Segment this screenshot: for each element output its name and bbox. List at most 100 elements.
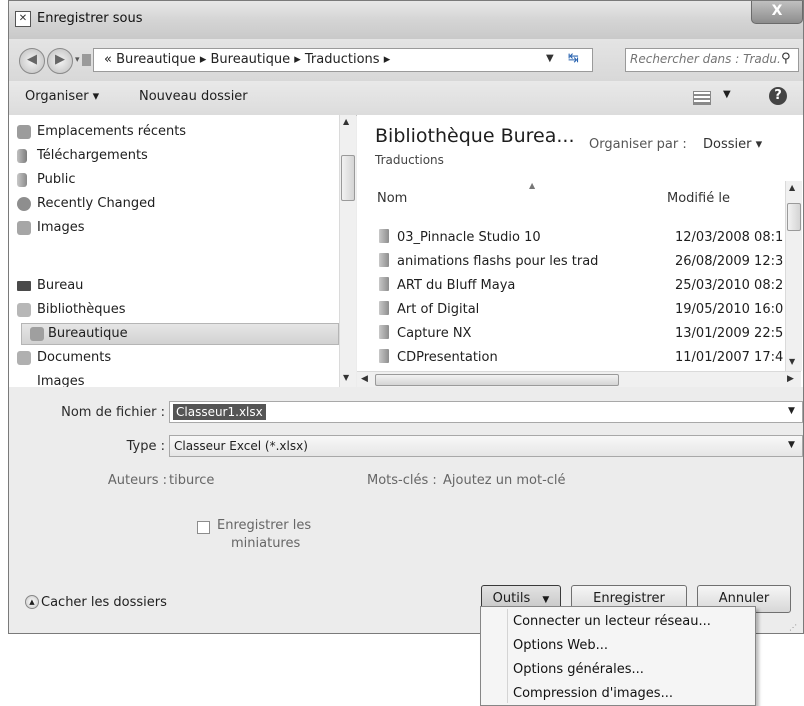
menu-item-compress-pictures[interactable]: Compression d'images... bbox=[513, 683, 673, 705]
folder-icon bbox=[379, 229, 389, 243]
file-row[interactable]: 03_Pinnacle Studio 10 12/03/2008 08:1 bbox=[379, 227, 793, 249]
scroll-right-arrow-icon[interactable]: ▶ bbox=[787, 374, 794, 384]
library-subtitle: Traductions bbox=[375, 153, 444, 167]
file-row[interactable]: Art of Digital 19/05/2010 16:0 bbox=[379, 299, 793, 321]
menu-item-map-network-drive[interactable]: Connecter un lecteur réseau... bbox=[513, 611, 711, 633]
file-name: 03_Pinnacle Studio 10 bbox=[397, 230, 541, 245]
file-row[interactable]: CDPresentation 11/01/2007 17:4 bbox=[379, 347, 793, 369]
nav-item-bureautique-selected[interactable]: Bureautique bbox=[21, 323, 339, 345]
nav-item-recent-places[interactable]: Emplacements récents bbox=[17, 121, 186, 143]
save-thumbnails-checkbox[interactable] bbox=[197, 521, 210, 534]
nav-item-label: Images bbox=[37, 220, 85, 235]
type-value: Classeur Excel (*.xlsx) bbox=[174, 439, 308, 453]
filename-dropdown-icon[interactable]: ▼ bbox=[788, 406, 795, 416]
hide-folders-link[interactable]: Cacher les dossiers bbox=[41, 595, 167, 610]
breadcrumb[interactable]: « Bureautique ▸ Bureautique ▸ Traduction… bbox=[104, 52, 390, 67]
recent-pages-chevron-icon[interactable]: ▾ bbox=[75, 55, 80, 65]
new-folder-button[interactable]: Nouveau dossier bbox=[139, 89, 248, 104]
downloads-folder-icon bbox=[17, 149, 27, 163]
arrange-by-label: Organiser par : bbox=[589, 137, 687, 152]
folder-icon bbox=[82, 54, 91, 66]
type-label: Type : bbox=[126, 439, 165, 454]
documents-icon bbox=[17, 351, 31, 365]
nav-item-label: Public bbox=[37, 172, 76, 187]
sort-indicator-icon: ▲ bbox=[529, 181, 536, 190]
nav-item-libraries[interactable]: Bibliothèques bbox=[17, 299, 126, 321]
menu-item-general-options[interactable]: Options générales... bbox=[513, 659, 644, 681]
scroll-thumb[interactable] bbox=[341, 155, 355, 201]
search-box[interactable]: ⚲ bbox=[625, 48, 799, 72]
folder-icon bbox=[379, 325, 389, 339]
recently-changed-icon bbox=[17, 197, 31, 211]
keywords-value[interactable]: Ajoutez un mot-clé bbox=[443, 473, 566, 488]
save-thumbnails-label: Enregistrer les miniatures bbox=[217, 517, 311, 553]
file-date: 12/03/2008 08:1 bbox=[675, 230, 784, 245]
help-icon[interactable]: ? bbox=[769, 87, 787, 105]
file-row[interactable]: Capture NX 13/01/2009 22:5 bbox=[379, 323, 793, 345]
file-date: 26/08/2009 12:3 bbox=[675, 254, 784, 269]
file-row[interactable]: ART du Bluff Maya 25/03/2010 08:2 bbox=[379, 275, 793, 297]
back-button[interactable]: ◀ bbox=[19, 48, 45, 74]
menu-item-web-options[interactable]: Options Web... bbox=[513, 635, 608, 657]
type-dropdown-icon[interactable]: ▼ bbox=[788, 440, 795, 450]
forward-button[interactable]: ▶ bbox=[47, 48, 73, 74]
libraries-icon bbox=[17, 303, 31, 317]
library-title: Bibliothèque Burea... bbox=[375, 125, 575, 147]
nav-item-public[interactable]: Public bbox=[17, 169, 76, 191]
scroll-up-arrow-icon[interactable]: ▲ bbox=[789, 183, 795, 192]
file-horizontal-scrollbar[interactable]: ◀ ▶ bbox=[357, 371, 801, 388]
address-field[interactable]: « Bureautique ▸ Bureautique ▸ Traduction… bbox=[82, 48, 593, 72]
filename-value[interactable]: Classeur1.xlsx bbox=[173, 404, 266, 420]
close-button[interactable]: X bbox=[751, 1, 803, 24]
folder-icon bbox=[379, 277, 389, 291]
scroll-left-arrow-icon[interactable]: ◀ bbox=[361, 374, 368, 384]
column-header-name[interactable]: Nom bbox=[377, 191, 407, 206]
refresh-icon[interactable]: ↹ bbox=[568, 51, 579, 66]
file-date: 13/01/2009 22:5 bbox=[675, 326, 784, 341]
library-icon bbox=[30, 327, 44, 341]
file-list-pane: Bibliothèque Burea... Traductions Organi… bbox=[357, 115, 803, 388]
pictures-icon bbox=[17, 221, 31, 235]
nav-item-images-library[interactable]: Images bbox=[37, 371, 85, 387]
search-icon[interactable]: ⚲ bbox=[781, 51, 791, 66]
nav-item-documents[interactable]: Documents bbox=[17, 347, 112, 369]
address-dropdown-icon[interactable]: ▼ bbox=[546, 53, 554, 64]
authors-value[interactable]: tiburce bbox=[169, 473, 214, 488]
scroll-up-arrow-icon[interactable]: ▲ bbox=[343, 117, 349, 126]
file-row[interactable]: animations flashs pour les trad 26/08/20… bbox=[379, 251, 793, 273]
command-bar: Organiser ▾ Nouveau dossier ▼ ? bbox=[9, 81, 803, 116]
nav-item-desktop[interactable]: Bureau bbox=[17, 275, 84, 297]
file-date: 25/03/2010 08:2 bbox=[675, 278, 784, 293]
type-select[interactable]: Classeur Excel (*.xlsx) ▼ bbox=[169, 435, 803, 457]
view-options-icon[interactable] bbox=[693, 91, 711, 105]
nav-item-label: Bibliothèques bbox=[37, 302, 126, 317]
recent-places-icon bbox=[17, 125, 31, 139]
nav-item-images[interactable]: Images bbox=[17, 217, 85, 239]
tools-button-label: Outils bbox=[492, 591, 531, 606]
resize-grip-icon[interactable]: ⋰ bbox=[789, 623, 797, 632]
file-scrollbar[interactable]: ▲ ▼ bbox=[785, 181, 802, 371]
desktop-icon bbox=[17, 281, 31, 291]
view-dropdown-icon[interactable]: ▼ bbox=[723, 89, 731, 100]
tools-dropdown-icon: ▼ bbox=[542, 595, 550, 605]
nav-item-recently-changed[interactable]: Recently Changed bbox=[17, 193, 155, 215]
collapse-icon[interactable]: ▲ bbox=[25, 595, 39, 609]
arrange-by-dropdown[interactable]: Dossier ▾ bbox=[703, 137, 762, 152]
column-header-modified[interactable]: Modifié le bbox=[667, 191, 730, 206]
nav-item-label: Documents bbox=[37, 350, 112, 365]
filename-field[interactable]: Classeur1.xlsx ▼ bbox=[169, 401, 803, 423]
organise-menu-button[interactable]: Organiser ▾ bbox=[25, 89, 99, 104]
file-name: ART du Bluff Maya bbox=[397, 278, 516, 293]
search-input[interactable] bbox=[630, 52, 780, 66]
window-title: Enregistrer sous bbox=[37, 11, 143, 26]
nav-item-label: Bureau bbox=[37, 278, 84, 293]
nav-item-downloads[interactable]: Téléchargements bbox=[17, 145, 148, 167]
scroll-down-arrow-icon[interactable]: ▼ bbox=[343, 373, 349, 382]
scroll-thumb[interactable] bbox=[375, 374, 619, 386]
navigation-pane: Emplacements récents Téléchargements Pub… bbox=[9, 115, 356, 387]
folder-icon bbox=[17, 173, 27, 187]
nav-scrollbar[interactable]: ▲ ▼ bbox=[339, 115, 356, 387]
scroll-thumb[interactable] bbox=[787, 203, 801, 231]
scroll-down-arrow-icon[interactable]: ▼ bbox=[789, 357, 795, 366]
save-form: Nom de fichier : Classeur1.xlsx ▼ Type :… bbox=[9, 387, 803, 633]
